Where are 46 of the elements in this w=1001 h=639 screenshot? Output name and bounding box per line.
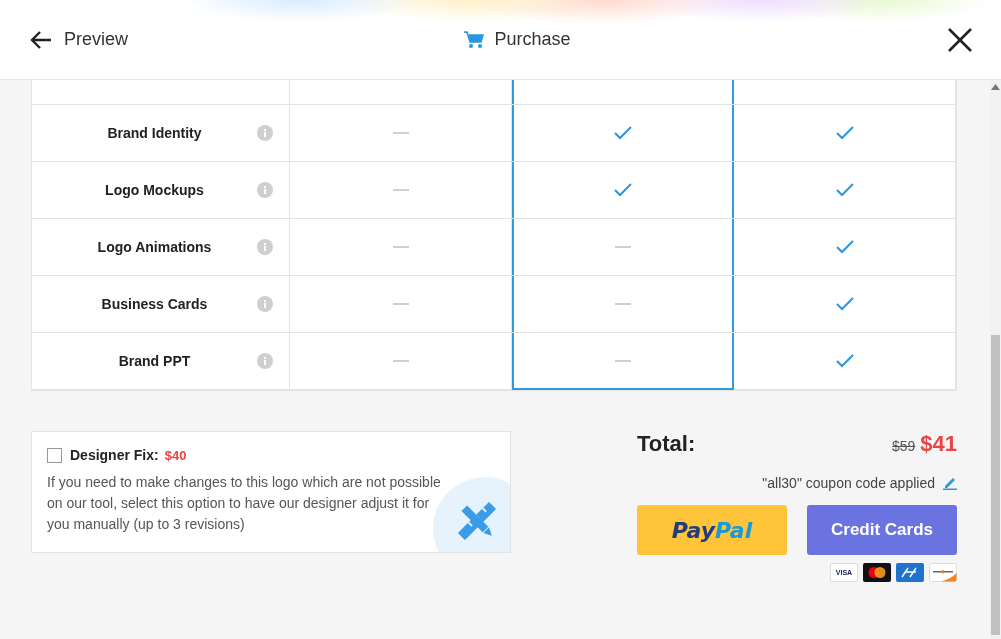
- feature-name: Logo Mockups: [104, 182, 205, 198]
- edit-icon[interactable]: [943, 476, 957, 490]
- total-label: Total:: [637, 431, 696, 457]
- info-icon[interactable]: [257, 125, 273, 141]
- feature-name: Brand Identity: [106, 125, 203, 141]
- designer-fix-label: Designer Fix:: [70, 447, 159, 463]
- check-icon: [835, 126, 854, 140]
- designer-fix-description: If you need to make changes to this logo which are not possible on our tool, select this option to have our designer adjust it for you manually (up to 3 revisions): [47, 473, 442, 534]
- dash-icon: [392, 189, 409, 191]
- dash-icon: [392, 360, 409, 362]
- dash-icon: [392, 246, 409, 248]
- feature-name: Logo Animations: [96, 239, 213, 255]
- credit-cards-button[interactable]: Credit Cards: [807, 505, 957, 555]
- check-icon: [835, 240, 854, 254]
- coupon-note: "all30" coupon code applied: [762, 475, 935, 491]
- amex-logo: [896, 563, 924, 582]
- info-icon[interactable]: [257, 353, 273, 369]
- dash-icon: [392, 303, 409, 305]
- mastercard-logo: [863, 563, 891, 582]
- paypal-button[interactable]: PayPal: [637, 505, 787, 555]
- dash-icon: [392, 132, 409, 134]
- info-icon[interactable]: [257, 182, 273, 198]
- dash-icon: [615, 246, 631, 248]
- scrollbar[interactable]: [990, 80, 1001, 639]
- total-price: $41: [920, 431, 957, 457]
- feature-name: Brand PPT: [117, 353, 192, 369]
- close-button[interactable]: [947, 26, 973, 53]
- check-icon: [614, 126, 632, 140]
- info-icon[interactable]: [257, 296, 273, 312]
- back-button[interactable]: Preview: [30, 29, 129, 50]
- checkbox[interactable]: [47, 447, 62, 463]
- check-icon: [835, 183, 854, 197]
- page-title: Purchase: [494, 29, 571, 50]
- cart-icon: [464, 30, 485, 49]
- discover-logo: [929, 563, 957, 582]
- scroll-up-icon[interactable]: [991, 84, 1000, 90]
- old-price: $59: [891, 438, 916, 454]
- dash-icon: [615, 303, 631, 305]
- check-icon: [614, 183, 632, 197]
- back-arrow-icon: [30, 30, 52, 49]
- check-icon: [835, 297, 854, 311]
- info-icon[interactable]: [257, 239, 273, 255]
- dash-icon: [615, 359, 631, 362]
- feature-name: Business Cards: [100, 296, 209, 312]
- check-icon: [835, 354, 854, 368]
- designer-fix-price: $40: [164, 447, 187, 463]
